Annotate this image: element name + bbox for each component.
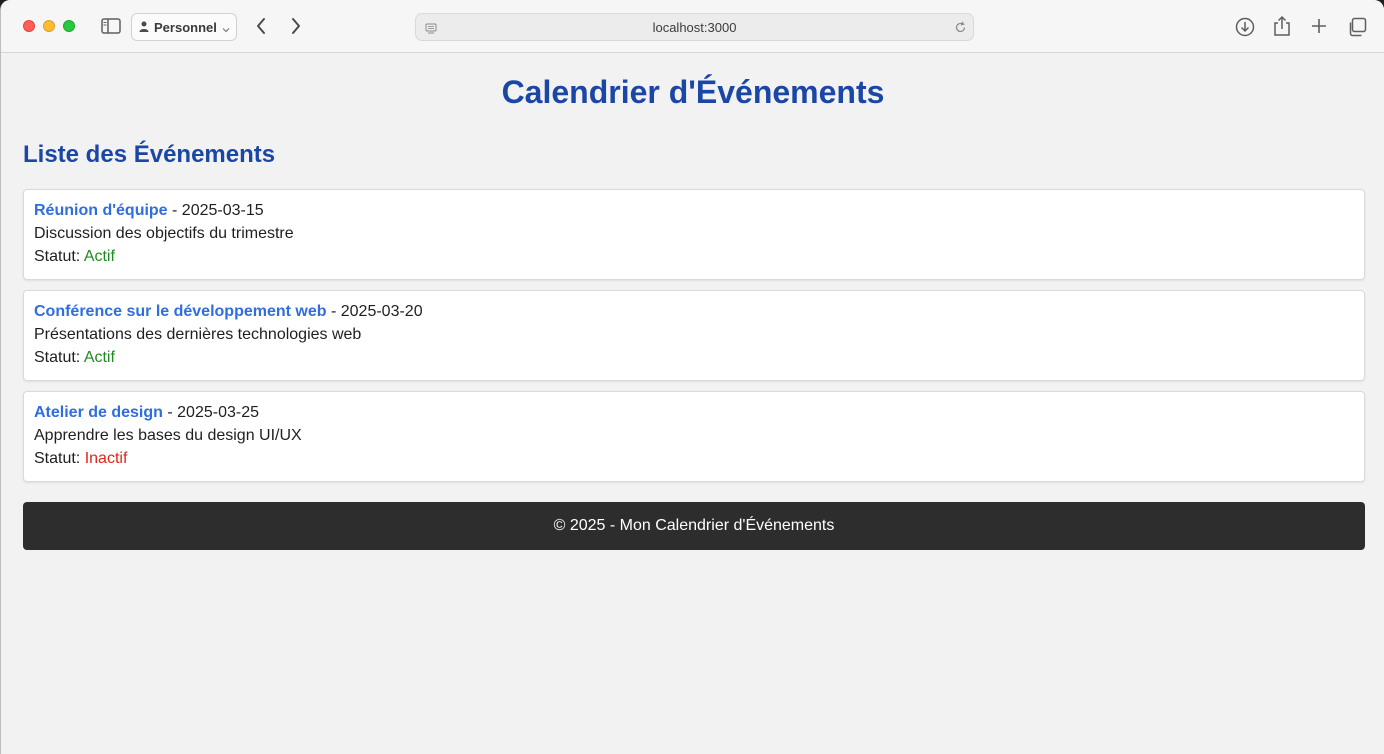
browser-window: Personnel localhost:3000 Calendrier d'Év… <box>0 0 1384 754</box>
event-status: Actif <box>83 248 115 265</box>
sidebar-toggle-icon[interactable] <box>100 17 122 35</box>
event-date: 2025-03-25 <box>177 404 259 421</box>
reload-icon[interactable] <box>954 21 967 39</box>
forward-arrow-icon[interactable] <box>287 16 305 36</box>
status-label: Statut: <box>34 349 81 366</box>
status-label: Statut: <box>34 248 81 265</box>
share-icon[interactable] <box>1272 14 1292 38</box>
event-card: Conférence sur le développement web - 20… <box>23 290 1365 381</box>
close-window-button[interactable] <box>23 20 35 32</box>
event-description: Présentations des dernières technologies… <box>34 326 362 343</box>
tab-overview-icon[interactable] <box>1346 16 1368 38</box>
date-separator: - <box>326 303 341 320</box>
event-name-link[interactable]: Atelier de design <box>34 404 163 421</box>
chevron-down-icon <box>222 22 230 37</box>
event-card: Atelier de design - 2025-03-25 Apprendre… <box>23 391 1365 482</box>
page-title: Calendrier d'Événements <box>501 74 885 110</box>
profile-label: Personnel <box>154 19 217 35</box>
event-date: 2025-03-20 <box>340 303 423 320</box>
browser-toolbar: Personnel localhost:3000 <box>1 0 1384 53</box>
event-card: Réunion d'équipe - 2025-03-15 Discussion… <box>23 189 1365 280</box>
event-description: Apprendre les bases du design UI/UX <box>34 427 302 444</box>
date-separator: - <box>167 202 182 219</box>
address-bar[interactable]: localhost:3000 <box>415 13 974 41</box>
event-name-link[interactable]: Réunion d'équipe <box>34 202 168 219</box>
new-tab-icon[interactable] <box>1309 16 1329 36</box>
zoom-window-button[interactable] <box>63 20 75 32</box>
profile-switcher[interactable]: Personnel <box>131 13 237 41</box>
page-footer: © 2025 - Mon Calendrier d'Événements <box>23 502 1365 550</box>
event-status: Inactif <box>84 450 128 467</box>
event-status: Actif <box>83 349 115 366</box>
event-list: Réunion d'équipe - 2025-03-15 Discussion… <box>23 189 1365 492</box>
event-date: 2025-03-15 <box>181 202 264 219</box>
person-icon <box>139 20 149 35</box>
event-name-link[interactable]: Conférence sur le développement web <box>34 303 327 320</box>
date-separator: - <box>162 404 178 421</box>
download-icon[interactable] <box>1234 16 1256 38</box>
web-page: Calendrier d'Événements Liste des Événem… <box>2 54 1384 754</box>
back-arrow-icon[interactable] <box>252 16 270 36</box>
status-label: Statut: <box>34 450 81 467</box>
event-description: Discussion des objectifs du trimestre <box>34 225 294 242</box>
minimize-window-button[interactable] <box>43 20 55 32</box>
section-title: Liste des Événements <box>23 141 276 168</box>
url-text: localhost:3000 <box>652 20 737 35</box>
